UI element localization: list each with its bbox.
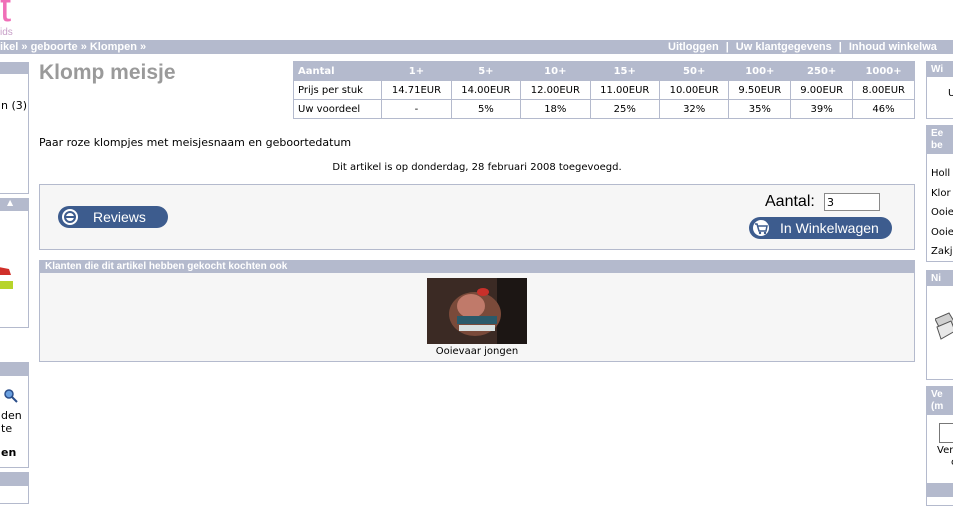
right-box-welcome: Wi U <box>926 61 953 119</box>
nav-links: Uitloggen | Uw klantgegevens | Inhoud winkel… <box>668 41 937 53</box>
table-cell: 11.00EUR <box>589 80 660 100</box>
product-description: Paar roze klompjes met meisjesnaam en ge… <box>39 136 352 149</box>
advanced-search-line-2: te <box>1 422 13 435</box>
cart-contents-link[interactable]: Inhoud winkelwa <box>849 41 937 53</box>
shopping-cart-icon <box>753 220 769 236</box>
product-caption-link[interactable]: Ooievaar jongen <box>417 346 537 357</box>
list-item[interactable]: Holl <box>931 164 953 184</box>
right-box-form-header-line-1: Ve <box>931 389 943 400</box>
reviews-button[interactable]: Reviews <box>58 206 168 228</box>
table-cell: 10.00EUR <box>658 80 730 100</box>
right-box-list-header-line-2: be <box>931 140 943 151</box>
right-box-form-text: Ver c <box>937 445 953 469</box>
reviews-icon <box>62 209 78 225</box>
magnifier-icon[interactable] <box>4 389 18 403</box>
right-box-bottom <box>926 484 953 506</box>
search-box: den te en <box>0 362 29 468</box>
price-header-cell: 1000+ <box>852 61 915 81</box>
cart-side-box-header: ▲ <box>0 198 28 211</box>
search-bold-link[interactable]: en <box>1 446 16 459</box>
newspaper-icon <box>935 312 953 340</box>
categories-box: n (3) <box>0 62 29 194</box>
table-cell: 25% <box>589 99 660 119</box>
table-cell: 39% <box>790 99 854 119</box>
price-header-cell: 15+ <box>589 61 660 81</box>
date-added-text: Dit artikel is op donderdag, 28 februari… <box>332 162 622 173</box>
right-box-list: Ee be Holl Klor Ooie Ooie Zakj <box>926 125 953 262</box>
right-box-input[interactable] <box>939 423 953 443</box>
product-thumbnail[interactable] <box>427 278 527 344</box>
table-cell: 5% <box>450 99 522 119</box>
right-box-form: Ve (m Ver c <box>926 386 953 484</box>
table-cell: 46% <box>852 99 915 119</box>
right-box-news: Ni <box>926 270 953 380</box>
search-box-header <box>0 363 28 376</box>
left-box-bottom <box>0 472 29 504</box>
account-link[interactable]: Uw klantgegevens <box>736 41 832 53</box>
right-box-welcome-text: U <box>948 88 953 99</box>
table-cell: 8.00EUR <box>852 80 915 100</box>
list-item[interactable]: Zakj <box>931 242 953 262</box>
logout-link[interactable]: Uitloggen <box>668 41 719 53</box>
price-table: Aantal 1+ 5+ 10+ 15+ 50+ 100+ 250+ 1000+… <box>292 61 915 119</box>
product-title: Klomp meisje <box>39 61 176 84</box>
table-cell: 18% <box>520 99 591 119</box>
arrow-up-icon: ▲ <box>7 198 14 207</box>
product-photo-icon <box>427 278 527 344</box>
price-header-cell: 100+ <box>728 61 792 81</box>
right-box-bottom-header <box>927 485 953 497</box>
right-box-form-header-line-2: (m <box>931 401 944 412</box>
discount-row: Uw voordeel - 5% 18% 25% 32% 35% 39% 46% <box>292 99 915 119</box>
table-cell: Uw voordeel <box>292 99 383 119</box>
right-box-welcome-header: Wi <box>927 62 953 77</box>
cart-graphic-icon <box>0 267 13 289</box>
price-header-cell: 250+ <box>790 61 854 81</box>
right-box-news-header: Ni <box>927 271 953 286</box>
right-box-form-text-line-2: c <box>937 457 953 469</box>
table-cell: 9.50EUR <box>728 80 792 100</box>
table-cell: 32% <box>658 99 730 119</box>
list-item[interactable]: Klor <box>931 184 953 204</box>
cart-side-box: ▲ <box>0 198 29 328</box>
navigation-bar: ikel » geboorte » Klompen » Uitloggen | Uw… <box>0 40 953 54</box>
category-item[interactable]: n (3) <box>1 99 27 112</box>
list-item[interactable]: Ooie <box>931 203 953 223</box>
table-cell: - <box>381 99 452 119</box>
price-header-cell: 10+ <box>520 61 591 81</box>
right-box-form-header: Ve (m <box>927 387 953 415</box>
quantity-label: Aantal: <box>765 193 815 210</box>
table-cell: 9.00EUR <box>790 80 854 100</box>
quantity-input[interactable] <box>824 193 880 211</box>
right-box-list-header: Ee be <box>927 126 953 154</box>
left-box-bottom-header <box>0 473 28 486</box>
right-box-list-items: Holl Klor Ooie Ooie Zakj <box>931 164 953 262</box>
reviews-button-label: Reviews <box>93 209 146 225</box>
right-box-form-text-line-1: Ver <box>937 445 953 456</box>
categories-box-header <box>0 63 28 74</box>
site-logo-subtext: ids <box>0 27 13 38</box>
table-cell: Prijs per stuk <box>292 80 383 100</box>
breadcrumb[interactable]: ikel » geboorte » Klompen » <box>0 40 146 54</box>
price-header-cell: 1+ <box>381 61 452 81</box>
table-cell: 35% <box>728 99 792 119</box>
add-to-cart-button[interactable]: In Winkelwagen <box>749 217 892 239</box>
advanced-search-link[interactable]: den te <box>1 409 22 435</box>
right-box-list-header-line-1: Ee <box>931 128 944 139</box>
price-header-cell: Aantal <box>292 61 383 81</box>
price-table-header-row: Aantal 1+ 5+ 10+ 15+ 50+ 100+ 250+ 1000+ <box>292 61 915 81</box>
price-per-unit-row: Prijs per stuk 14.71EUR 14.00EUR 12.00EU… <box>292 80 915 100</box>
price-header-cell: 5+ <box>450 61 522 81</box>
table-cell: 14.00EUR <box>450 80 522 100</box>
add-to-cart-label: In Winkelwagen <box>780 220 879 236</box>
price-header-cell: 50+ <box>658 61 730 81</box>
list-item[interactable]: Ooie <box>931 223 953 243</box>
table-cell: 12.00EUR <box>520 80 591 100</box>
table-cell: 14.71EUR <box>381 80 452 100</box>
advanced-search-line-1: den <box>1 409 22 422</box>
also-bought-header: Klanten die dit artikel hebben gekocht k… <box>39 260 915 273</box>
